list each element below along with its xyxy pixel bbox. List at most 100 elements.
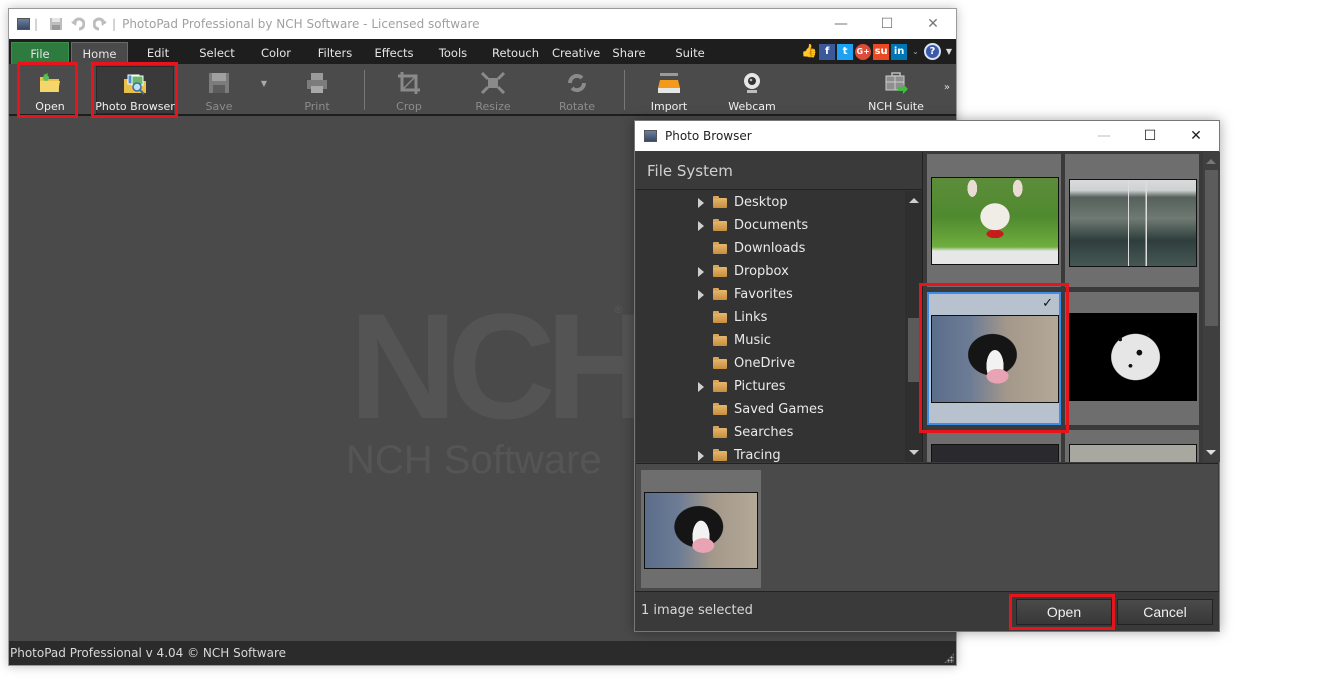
folder-item-saved-games[interactable]: Saved Games <box>636 398 906 421</box>
help-dropdown-icon[interactable]: ▼ <box>946 47 952 56</box>
toolbar-overflow-button[interactable]: » <box>944 82 950 93</box>
menu-effects[interactable]: Effects <box>364 42 424 64</box>
dialog-close-button[interactable]: ✕ <box>1173 121 1219 151</box>
help-icon[interactable]: ? <box>923 43 941 60</box>
folder-icon <box>713 310 727 323</box>
folder-label: Dropbox <box>734 264 789 279</box>
folder-label: Tracing <box>734 448 781 462</box>
folder-item-music[interactable]: Music <box>636 329 906 352</box>
expand-arrow-icon[interactable] <box>698 381 704 392</box>
social-dropdown-icon[interactable]: ⌄ <box>912 47 919 56</box>
folder-icon <box>713 218 727 231</box>
minimize-button[interactable]: — <box>818 9 864 39</box>
expand-arrow-icon[interactable] <box>698 197 704 208</box>
save-icon[interactable] <box>48 16 64 32</box>
chevron-down-icon: ▼ <box>260 78 268 88</box>
scroll-down-icon[interactable] <box>1206 450 1216 455</box>
print-icon <box>304 70 330 96</box>
folder-label: OneDrive <box>734 356 796 371</box>
import-button[interactable]: Import <box>649 66 689 114</box>
folder-label: Links <box>734 310 768 325</box>
folder-icon <box>713 264 727 277</box>
redo-icon[interactable] <box>92 16 108 32</box>
folder-icon <box>713 287 727 300</box>
expand-arrow-icon[interactable] <box>698 220 704 231</box>
scroll-up-icon[interactable] <box>1206 159 1216 164</box>
save-dropdown-button[interactable]: ▼ <box>257 66 271 114</box>
menu-creative[interactable]: Creative <box>542 42 600 64</box>
folder-item-links[interactable]: Links <box>636 306 906 329</box>
maximize-button[interactable]: ☐ <box>864 9 910 39</box>
menu-color[interactable]: Color <box>246 42 306 64</box>
folder-item-downloads[interactable]: Downloads <box>636 237 906 260</box>
menu-home[interactable]: Home <box>71 42 128 64</box>
registered-mark: ® <box>613 303 624 316</box>
folder-item-pictures[interactable]: Pictures <box>636 375 906 398</box>
resize-button[interactable]: Resize <box>473 66 513 114</box>
menu-share[interactable]: Share <box>600 42 658 64</box>
save-icon <box>206 70 232 96</box>
google-plus-icon[interactable]: G+ <box>855 43 872 60</box>
facebook-icon[interactable]: f <box>819 43 836 60</box>
expand-arrow-icon[interactable] <box>698 289 704 300</box>
stumbleupon-icon[interactable]: su <box>873 43 890 60</box>
scrollbar-thumb[interactable] <box>1205 170 1218 326</box>
rotate-button[interactable]: Rotate <box>557 66 597 114</box>
crop-icon <box>396 70 422 96</box>
nch-suite-button[interactable]: NCH Suite <box>867 66 925 114</box>
menu-tools[interactable]: Tools <box>424 42 482 64</box>
thumbnail-grey-dog[interactable] <box>1065 430 1199 462</box>
folder-item-onedrive[interactable]: OneDrive <box>636 352 906 375</box>
scrollbar-thumb[interactable] <box>908 318 919 382</box>
thumbnail-french-bulldog[interactable] <box>927 154 1061 287</box>
border-collie-photo <box>644 492 758 569</box>
dialog-title: Photo Browser <box>665 129 752 143</box>
folder-item-searches[interactable]: Searches <box>636 421 906 444</box>
dialog-minimize-button[interactable]: — <box>1081 121 1127 151</box>
thumbnail-dalmatian[interactable] <box>1065 292 1199 425</box>
scroll-up-icon[interactable] <box>909 198 919 203</box>
menu-select[interactable]: Select <box>188 42 246 64</box>
highlight-open <box>17 62 78 118</box>
expand-arrow-icon[interactable] <box>698 450 704 461</box>
social-links: 👍 f t G+ su in ⌄ ? ▼ <box>801 39 956 64</box>
folder-icon <box>713 333 727 346</box>
thumbnail-dark-dog[interactable] <box>927 430 1061 462</box>
menu-edit[interactable]: Edit <box>128 42 188 64</box>
folder-item-dropbox[interactable]: Dropbox <box>636 260 906 283</box>
undo-icon[interactable] <box>70 16 86 32</box>
rotate-icon <box>564 70 590 96</box>
highlight-open-button <box>1009 594 1115 630</box>
selection-status: 1 image selected <box>641 603 753 618</box>
cancel-button[interactable]: Cancel <box>1117 599 1213 625</box>
dalmatian-photo <box>1069 313 1197 401</box>
menu-filters[interactable]: Filters <box>306 42 364 64</box>
save-button[interactable]: Save <box>199 66 239 114</box>
webcam-button[interactable]: Webcam <box>727 66 777 114</box>
linkedin-icon[interactable]: in <box>891 43 908 60</box>
like-icon[interactable]: 👍 <box>801 44 817 60</box>
crop-button[interactable]: Crop <box>391 66 427 114</box>
print-button[interactable]: Print <box>299 66 335 114</box>
folder-item-tracing[interactable]: Tracing <box>636 444 906 462</box>
folder-item-documents[interactable]: Documents <box>636 214 906 237</box>
folder-item-favorites[interactable]: Favorites <box>636 283 906 306</box>
menu-suite[interactable]: Suite <box>658 42 722 64</box>
expand-arrow-icon[interactable] <box>698 266 704 277</box>
folder-icon <box>713 356 727 369</box>
folder-icon <box>713 195 727 208</box>
scroll-down-icon[interactable] <box>909 450 919 455</box>
resize-grip[interactable] <box>944 653 954 663</box>
thumbnail-scrollbar[interactable] <box>1203 152 1220 462</box>
thumbnail-canyon-lake[interactable] <box>1065 154 1199 287</box>
selected-thumbnail[interactable] <box>641 470 761 588</box>
folder-icon <box>713 425 727 438</box>
menu-file[interactable]: File <box>11 42 69 64</box>
folder-item-desktop[interactable]: Desktop <box>636 191 906 214</box>
close-button[interactable]: ✕ <box>910 9 956 39</box>
twitter-icon[interactable]: t <box>837 43 854 60</box>
dialog-maximize-button[interactable]: ☐ <box>1127 121 1173 151</box>
menu-retouch[interactable]: Retouch <box>482 42 542 64</box>
folder-label: Favorites <box>734 287 793 302</box>
folder-label: Music <box>734 333 771 348</box>
